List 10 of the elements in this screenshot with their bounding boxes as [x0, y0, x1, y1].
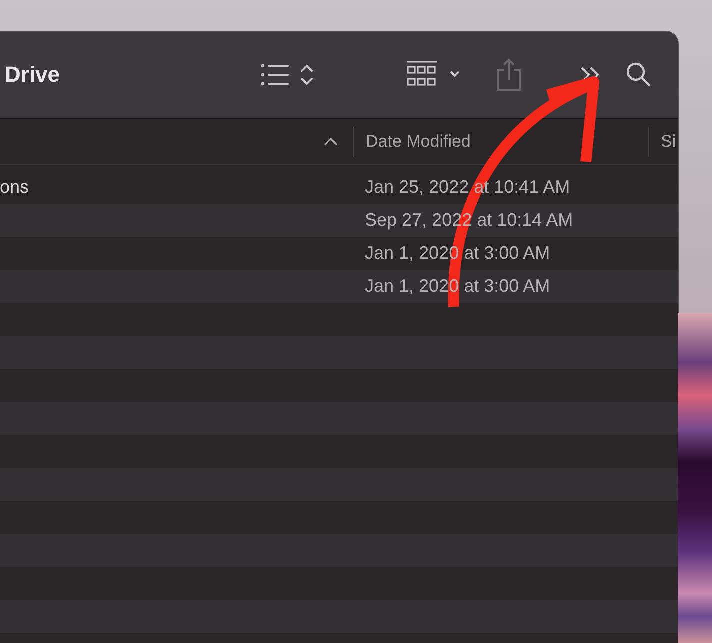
share-icon — [496, 58, 522, 92]
list-view-icon — [260, 62, 316, 88]
search-button[interactable] — [626, 62, 652, 88]
column-header[interactable]: Date Modified — [353, 126, 648, 156]
sort-caret-icon — [324, 137, 338, 146]
window-title: Drive — [5, 62, 62, 88]
file-name: ons — [0, 177, 30, 198]
column-header[interactable]: Si — [648, 126, 678, 156]
search-icon — [626, 62, 652, 88]
list-view-button[interactable] — [260, 62, 316, 88]
